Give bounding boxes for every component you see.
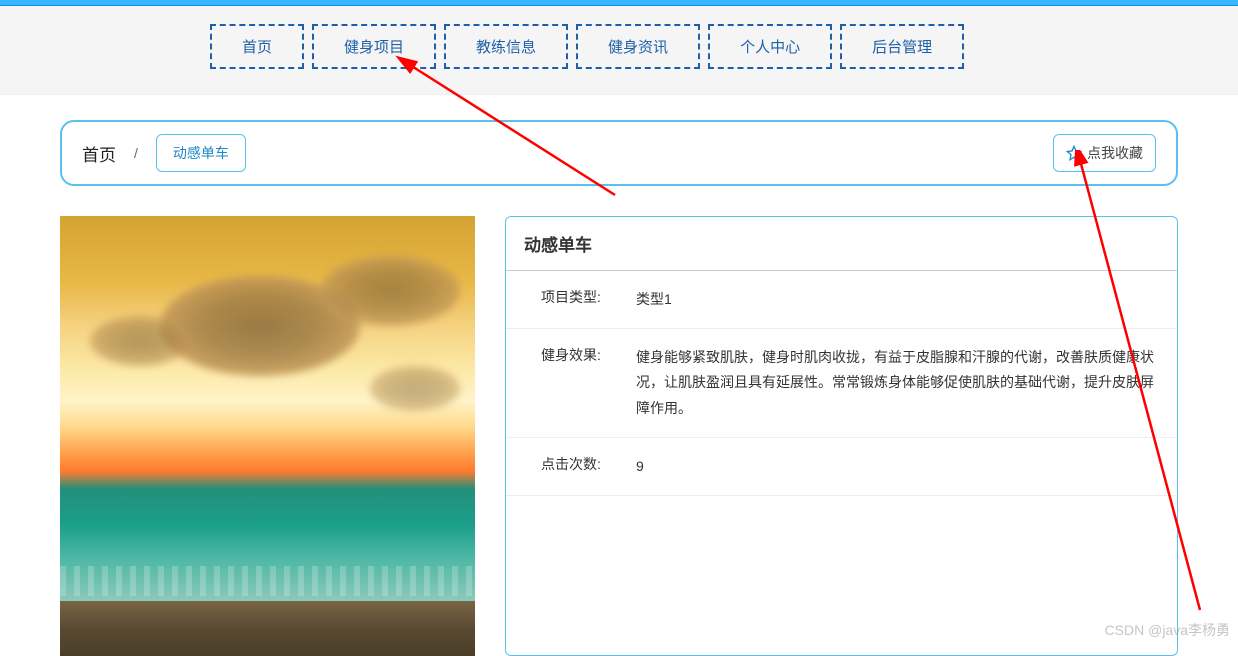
detail-title: 动感单车 bbox=[506, 217, 1177, 271]
detail-label: 健身效果: bbox=[506, 345, 636, 421]
detail-value: 9 bbox=[636, 454, 1177, 479]
detail-row-clicks: 点击次数: 9 bbox=[506, 438, 1177, 496]
detail-value: 健身能够紧致肌肤，健身时肌肉收拢，有益于皮脂腺和汗腺的代谢，改善肤质健康状况，让… bbox=[636, 345, 1177, 421]
favorite-button[interactable]: 点我收藏 bbox=[1053, 134, 1156, 172]
breadcrumb-home[interactable]: 首页 bbox=[82, 141, 116, 166]
nav-fitness-news[interactable]: 健身资讯 bbox=[576, 24, 700, 69]
nav-admin[interactable]: 后台管理 bbox=[840, 24, 964, 69]
detail-value: 类型1 bbox=[636, 287, 1177, 312]
main-nav: 首页 健身项目 教练信息 健身资讯 个人中心 后台管理 bbox=[0, 6, 1238, 95]
breadcrumb-bar: 首页 / 动感单车 点我收藏 bbox=[60, 120, 1178, 186]
detail-label: 点击次数: bbox=[506, 454, 636, 479]
nav-coach-info[interactable]: 教练信息 bbox=[444, 24, 568, 69]
detail-label: 项目类型: bbox=[506, 287, 636, 312]
nav-personal-center[interactable]: 个人中心 bbox=[708, 24, 832, 69]
breadcrumb-separator: / bbox=[134, 145, 138, 161]
detail-row-effect: 健身效果: 健身能够紧致肌肤，健身时肌肉收拢，有益于皮脂腺和汗腺的代谢，改善肤质… bbox=[506, 329, 1177, 438]
nav-home[interactable]: 首页 bbox=[210, 24, 304, 69]
watermark: CSDN @java李杨勇 bbox=[1105, 620, 1230, 640]
nav-fitness-projects[interactable]: 健身项目 bbox=[312, 24, 436, 69]
favorite-label: 点我收藏 bbox=[1087, 143, 1143, 163]
breadcrumb-current[interactable]: 动感单车 bbox=[156, 134, 246, 172]
star-icon bbox=[1066, 145, 1082, 161]
detail-row-type: 项目类型: 类型1 bbox=[506, 271, 1177, 329]
detail-panel: 动感单车 项目类型: 类型1 健身效果: 健身能够紧致肌肤，健身时肌肉收拢，有益… bbox=[505, 216, 1178, 656]
project-image bbox=[60, 216, 475, 656]
